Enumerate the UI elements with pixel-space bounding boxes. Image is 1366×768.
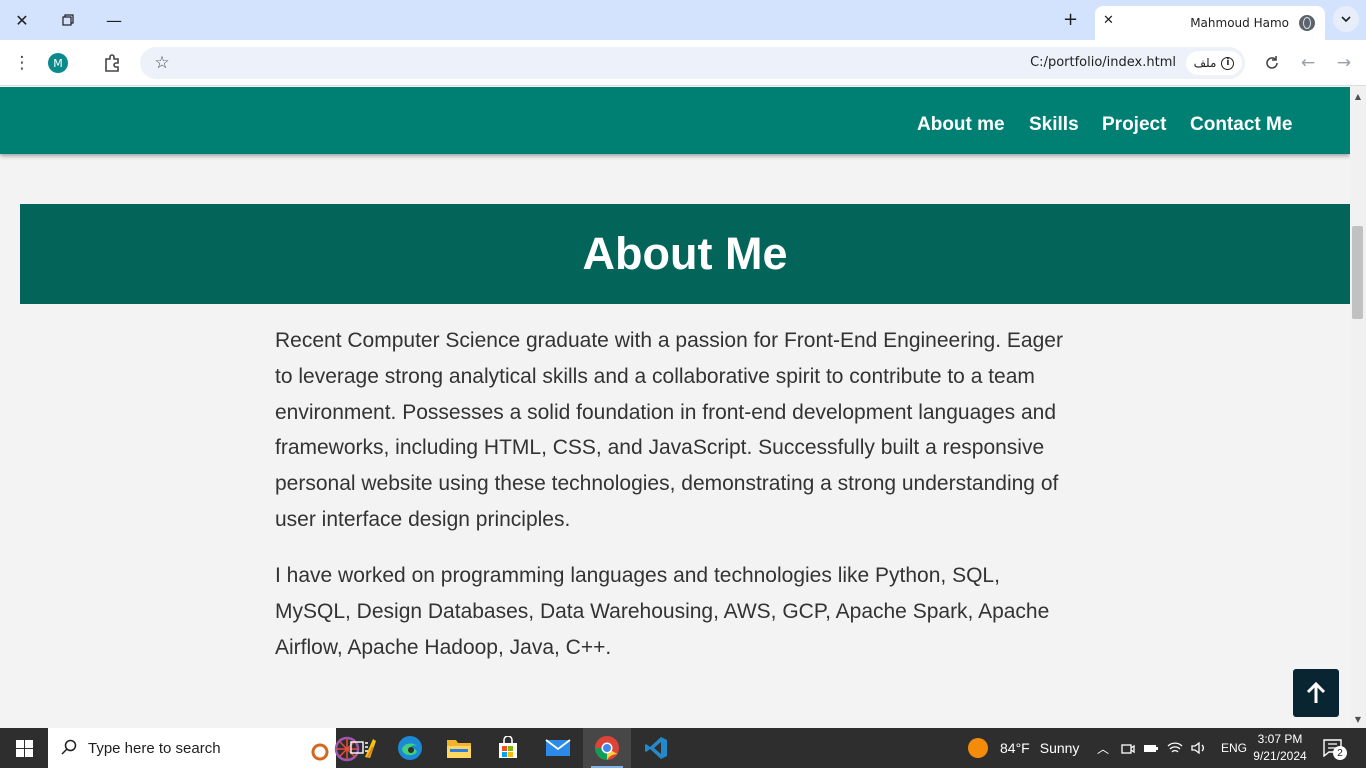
clock-date: 9/21/2024 (1253, 749, 1307, 763)
edge-browser-icon[interactable] (386, 728, 434, 768)
windows-taskbar: Type here to search 84°F Sunny ︿ ENG 3:0… (0, 728, 1366, 768)
weather-widget[interactable]: 84°F Sunny (968, 728, 1079, 768)
tab-search-chevron-icon[interactable] (1333, 6, 1359, 32)
task-view-icon[interactable] (336, 728, 384, 768)
taskbar-clock[interactable]: 3:07 PM 9/21/2024 (1248, 731, 1312, 765)
nav-link-about[interactable]: About me (917, 114, 1005, 136)
weather-temp: 84°F (1000, 740, 1030, 756)
site-info-chip[interactable]: ملف i (1186, 51, 1242, 75)
nav-link-project[interactable]: Project (1102, 114, 1166, 136)
back-arrow-icon[interactable]: ← (1296, 51, 1320, 75)
browser-tab-strip: ✕ — + Mahmoud Hamo ✕ (0, 0, 1366, 40)
minimize-window-icon[interactable]: — (100, 6, 128, 34)
tab-title: Mahmoud Hamo (1190, 16, 1289, 30)
volume-icon[interactable] (1191, 741, 1207, 755)
browser-menu-icon[interactable]: ⋮ (10, 51, 34, 75)
vscode-icon[interactable] (632, 728, 680, 768)
language-indicator[interactable]: ENG (1221, 741, 1247, 755)
network-icon[interactable] (1167, 741, 1183, 755)
mail-icon[interactable] (534, 728, 582, 768)
notification-count: 2 (1333, 746, 1347, 760)
scroll-thumb[interactable] (1352, 226, 1363, 319)
sun-icon (968, 738, 988, 758)
browser-tab[interactable]: Mahmoud Hamo ✕ (1095, 6, 1325, 40)
extensions-icon[interactable] (100, 51, 124, 75)
new-tab-icon[interactable]: + (1063, 9, 1078, 30)
restore-window-icon[interactable] (54, 6, 82, 34)
scroll-down-icon[interactable]: ▼ (1350, 712, 1366, 726)
nav-link-contact[interactable]: Contact Me (1190, 114, 1292, 136)
start-button[interactable] (0, 728, 48, 768)
system-tray-icons: ︿ ENG (1097, 728, 1247, 768)
file-explorer-icon[interactable] (435, 728, 483, 768)
arrow-up-icon (1306, 682, 1326, 703)
clock-time: 3:07 PM (1257, 732, 1303, 746)
chevron-up-icon[interactable]: ︿ (1097, 740, 1113, 757)
page-viewport: About me Skills Project Contact Me About… (0, 87, 1350, 728)
taskbar-search-box[interactable]: Type here to search (48, 728, 376, 768)
back-to-top-button[interactable] (1293, 669, 1339, 717)
chrome-browser-icon[interactable] (583, 728, 631, 768)
section-title: About Me (582, 228, 788, 279)
close-tab-icon[interactable]: ✕ (1103, 13, 1114, 28)
site-navbar: About me Skills Project Contact Me (0, 87, 1350, 154)
globe-icon (1299, 15, 1315, 31)
url-text[interactable]: C:/portfolio/index.html (1030, 55, 1176, 70)
bookmark-star-icon[interactable]: ☆ (150, 51, 174, 75)
about-paragraph-1: Recent Computer Science graduate with a … (275, 329, 1063, 531)
profile-avatar[interactable]: M (48, 53, 68, 73)
notifications-button[interactable]: 2 (1323, 728, 1347, 768)
battery-icon[interactable] (1143, 742, 1159, 754)
info-icon: i (1221, 56, 1235, 70)
scroll-up-icon[interactable]: ▲ (1350, 89, 1366, 103)
windows-logo-icon (15, 739, 33, 757)
meet-now-icon[interactable] (1121, 741, 1135, 755)
file-chip-label: ملف (1193, 56, 1217, 70)
forward-arrow-icon[interactable]: → (1332, 51, 1356, 75)
microsoft-store-icon[interactable] (484, 728, 532, 768)
close-window-icon[interactable]: ✕ (8, 6, 36, 34)
weather-text: Sunny (1039, 740, 1080, 756)
page-scrollbar[interactable]: ▲ ▼ (1350, 87, 1366, 728)
reload-icon[interactable] (1260, 51, 1284, 75)
about-section-header: About Me (20, 204, 1350, 304)
about-paragraph-2: I have worked on programming languages a… (275, 564, 1050, 659)
nav-link-skills[interactable]: Skills (1029, 114, 1079, 136)
search-icon (61, 739, 77, 759)
search-placeholder: Type here to search (88, 739, 221, 757)
